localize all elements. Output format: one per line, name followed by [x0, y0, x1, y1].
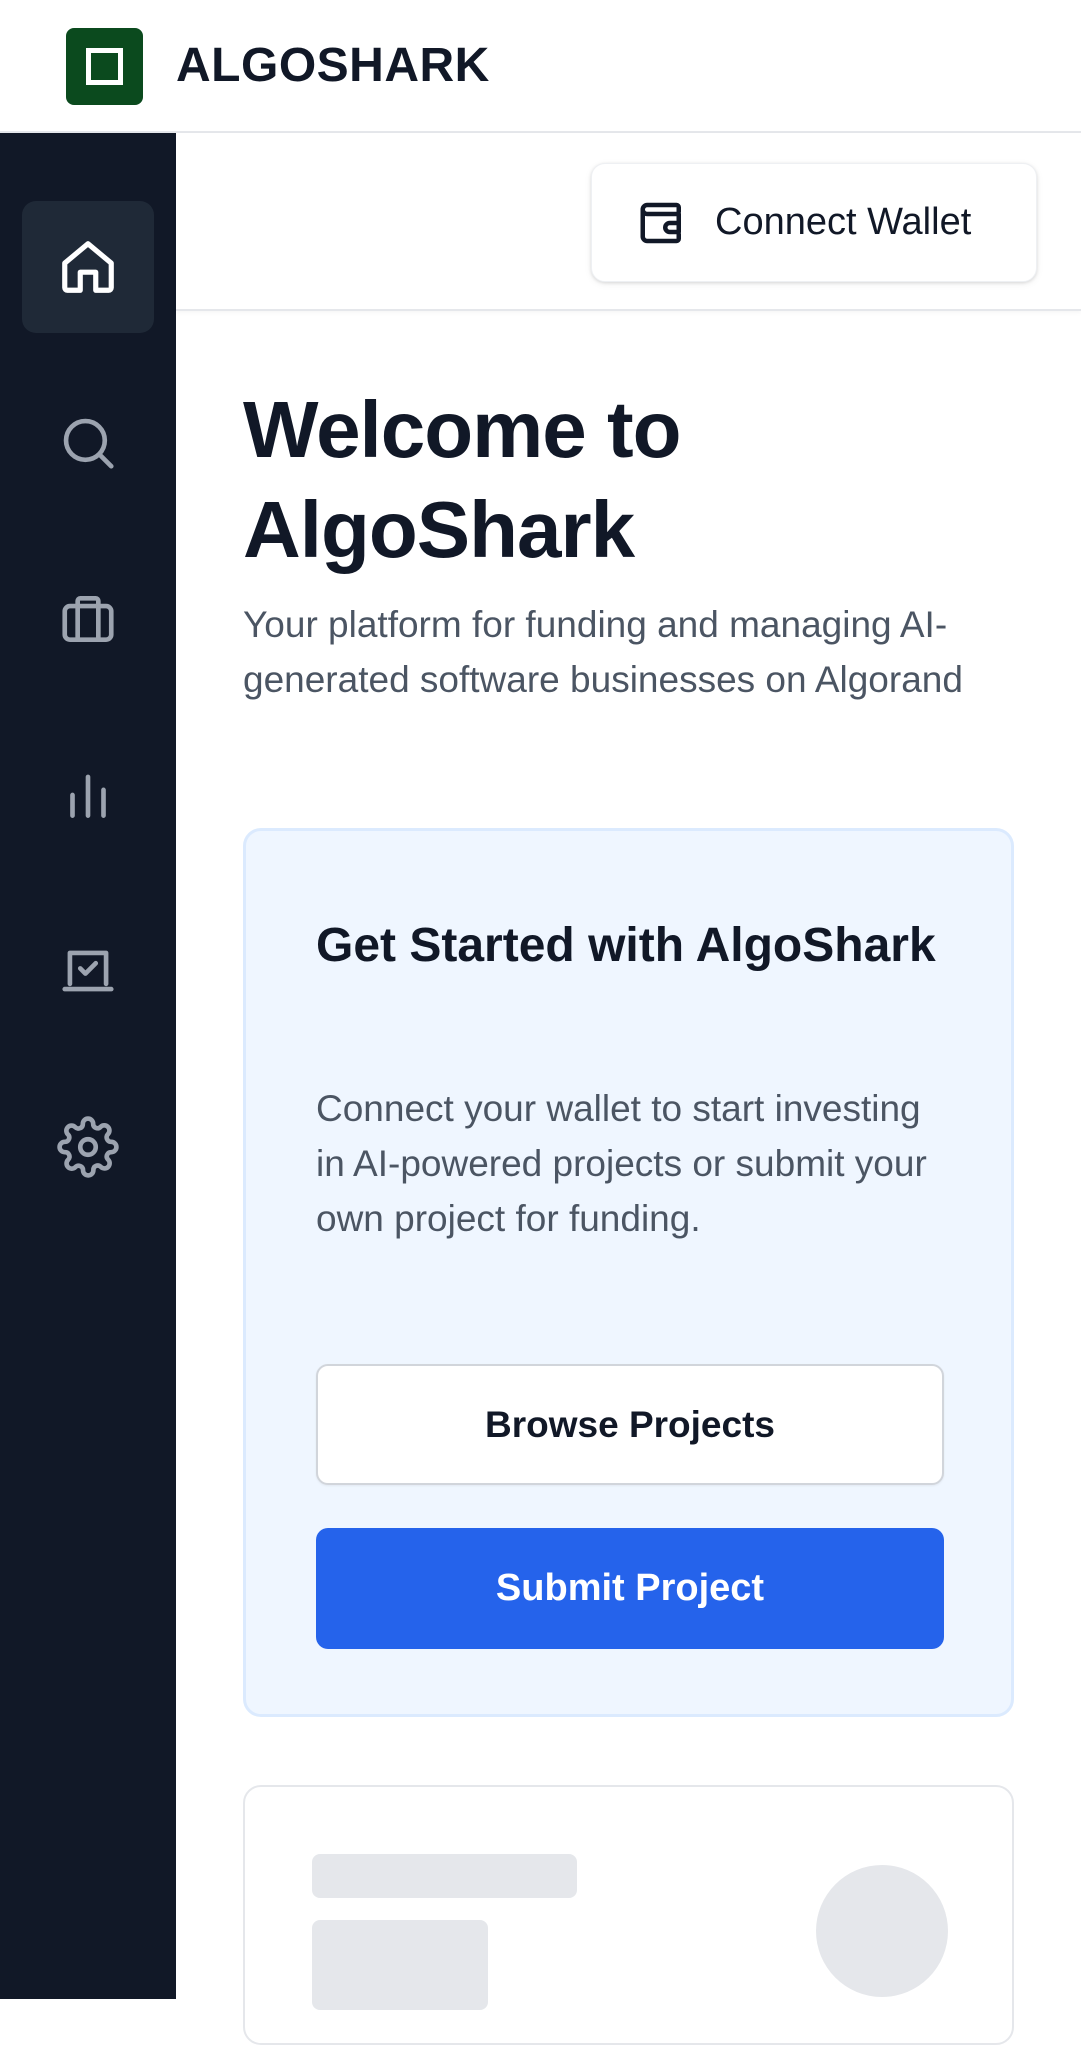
laptop-check-icon: [62, 950, 114, 992]
page-title: Welcome to AlgoShark: [243, 385, 682, 574]
get-started-card: Get Started with AlgoShark Connect your …: [243, 828, 1014, 1717]
wallet-icon: [640, 202, 681, 243]
connect-wallet-button[interactable]: Connect Wallet: [591, 163, 1037, 282]
action-bar: Connect Wallet: [176, 133, 1081, 311]
browse-projects-button[interactable]: Browse Projects: [316, 1364, 944, 1485]
sidebar-item-home[interactable]: [22, 201, 154, 333]
page-subtitle: Your platform for funding and managing A…: [243, 604, 963, 700]
brand-name[interactable]: ALGOSHARK: [176, 36, 490, 96]
sidebar-item-search[interactable]: [22, 377, 154, 509]
briefcase-icon: [62, 596, 114, 642]
skeleton-line: [312, 1854, 577, 1898]
search-icon: [63, 418, 114, 469]
logo-icon[interactable]: [66, 28, 143, 105]
home-icon: [62, 241, 114, 293]
sidebar-item-projects[interactable]: [22, 905, 154, 1037]
submit-project-button[interactable]: Submit Project: [316, 1528, 944, 1649]
skeleton-avatar: [816, 1865, 948, 1997]
sidebar-item-portfolio[interactable]: [22, 553, 154, 685]
card-description: Connect your wallet to start investing i…: [316, 1088, 927, 1239]
gear-icon: [57, 1116, 119, 1178]
bar-chart-icon: [70, 774, 106, 818]
top-header: ALGOSHARK: [0, 0, 1081, 133]
connect-wallet-label: Connect Wallet: [715, 201, 972, 243]
sidebar-item-settings[interactable]: [22, 1081, 154, 1213]
skeleton-block: [312, 1920, 488, 2010]
loading-skeleton-card: [243, 1785, 1014, 2045]
sidebar: [0, 133, 176, 1999]
card-title: Get Started with AlgoShark: [316, 919, 936, 972]
sidebar-item-analytics[interactable]: [22, 729, 154, 861]
